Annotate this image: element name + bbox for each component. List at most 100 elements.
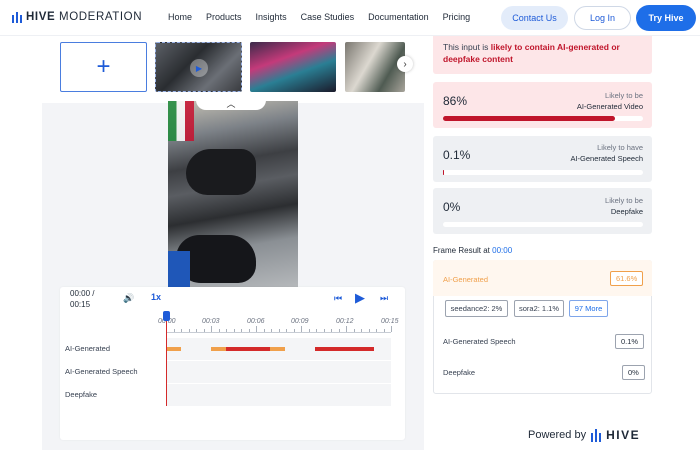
ruler-tick: [293, 329, 295, 332]
ruler-tick: [368, 329, 370, 332]
play-icon[interactable]: ▶: [355, 290, 365, 306]
ruler-tick: [278, 329, 280, 332]
ruler-tick: [233, 329, 235, 332]
app-root: HIVE MODERATION Home Products Insights C…: [0, 0, 700, 450]
thumbnail-item[interactable]: [250, 42, 336, 92]
row-label-ai-generated: AI-Generated: [65, 344, 111, 353]
add-media-button[interactable]: +: [60, 42, 147, 92]
nav-documentation[interactable]: Documentation: [368, 12, 429, 22]
powered-by-text: Powered by: [528, 429, 587, 441]
ruler-tick: [248, 329, 250, 332]
result-label: Likely to be AI-Generated Video: [576, 91, 643, 111]
thumbnail-item[interactable]: [345, 42, 405, 92]
frame-speech-value: 0.1%: [615, 334, 645, 349]
playback-speed-button[interactable]: 1x: [151, 292, 161, 302]
hive-logo-icon: [591, 428, 602, 442]
video-glove: [186, 149, 256, 195]
result-label: Likely to have AI-Generated Speech: [570, 143, 643, 163]
ruler-tick: [173, 329, 175, 332]
timeline-row-track: [166, 384, 391, 406]
tick-label: 00:06: [247, 318, 265, 325]
playhead-handle[interactable]: [163, 311, 170, 321]
frame-result-title: Frame Result at 00:00: [433, 246, 513, 255]
row-label-deepfake: Deepfake: [65, 390, 98, 399]
tick-label: 00:09: [291, 318, 309, 325]
frame-ai-label: AI-Generated: [443, 275, 489, 284]
result-value: 86%: [443, 94, 468, 108]
model-chip[interactable]: seedance2: 2%: [445, 300, 508, 317]
chevron-up-icon: ︿: [226, 98, 236, 109]
time-current: 00:00 /: [70, 289, 95, 298]
ruler-tick: [376, 329, 377, 332]
video-preview[interactable]: [168, 101, 298, 287]
skip-forward-icon[interactable]: ⏭: [380, 293, 388, 304]
contact-us-button[interactable]: Contact Us: [501, 6, 568, 30]
nav-home[interactable]: Home: [168, 12, 192, 22]
ruler-tick: [226, 329, 227, 332]
result-card-deepfake: 0% Likely to be Deepfake: [433, 188, 652, 234]
playhead-line: [166, 316, 167, 406]
tick-label: 00:15: [381, 318, 399, 325]
logo-text: HIVE MODERATION: [26, 11, 143, 23]
video-sleeve: [168, 251, 190, 287]
ruler-tick: [188, 329, 190, 332]
ruler-tick: [316, 329, 317, 332]
detection-segment[interactable]: [226, 347, 270, 351]
progress-bar: [443, 222, 643, 227]
result-value: 0%: [443, 200, 461, 214]
progress-fill: [443, 116, 615, 121]
collapse-button[interactable]: ︿: [196, 96, 266, 110]
more-models-button[interactable]: 97 More: [569, 300, 608, 317]
frame-time-link[interactable]: 00:00: [492, 246, 512, 255]
log-in-button[interactable]: Log In: [574, 6, 631, 30]
try-hive-button[interactable]: Try Hive: [636, 5, 696, 31]
detection-alert: This input is likely to contain AI-gener…: [433, 36, 652, 74]
result-card-ai-speech: 0.1% Likely to have AI-Generated Speech: [433, 136, 652, 182]
timeline-row-track: [166, 361, 391, 383]
nav-insights[interactable]: Insights: [256, 12, 287, 22]
timeline-ruler[interactable]: [166, 326, 392, 333]
hive-logo-icon: [12, 11, 22, 23]
ruler-tick: [361, 329, 362, 332]
volume-icon[interactable]: 🔊: [123, 293, 134, 304]
ruler-tick: [353, 329, 355, 332]
ruler-tick: [308, 329, 310, 332]
ruler-tick: [271, 329, 272, 332]
nav-pricing[interactable]: Pricing: [443, 12, 471, 22]
result-value: 0.1%: [443, 148, 471, 162]
ruler-tick: [256, 326, 257, 332]
ruler-tick: [241, 329, 242, 332]
hive-logo[interactable]: HIVE MODERATION: [12, 11, 142, 23]
alert-text: This input is likely to contain AI-gener…: [443, 42, 620, 64]
model-chip[interactable]: sora2: 1.1%: [514, 300, 564, 317]
ruler-tick: [338, 329, 340, 332]
ruler-tick: [203, 329, 205, 332]
ruler-tick: [286, 329, 287, 332]
detection-segment[interactable]: [315, 347, 374, 351]
time-display: 00:00 / 00:15: [70, 288, 110, 310]
frame-deepfake-value: 0%: [622, 365, 645, 380]
detection-segment[interactable]: [270, 347, 285, 351]
frame-speech-label: AI-Generated Speech: [443, 337, 516, 346]
main-nav: Home Products Insights Case Studies Docu…: [168, 12, 470, 22]
ruler-tick: [263, 329, 265, 332]
progress-bar: [443, 116, 643, 121]
nav-products[interactable]: Products: [206, 12, 242, 22]
ruler-tick: [331, 329, 332, 332]
thumbnail-selected[interactable]: ▶: [155, 42, 242, 92]
ruler-tick: [218, 329, 220, 332]
hive-brand-text: HIVE: [606, 428, 641, 442]
frame-ai-value: 61.6%: [610, 271, 644, 286]
play-icon: ▶: [190, 59, 208, 77]
plus-icon: +: [96, 53, 111, 80]
skip-back-icon[interactable]: ⏮: [334, 293, 342, 304]
ruler-tick: [181, 329, 182, 332]
nav-case-studies[interactable]: Case Studies: [301, 12, 355, 22]
detection-segment[interactable]: [211, 347, 226, 351]
chevron-right-icon[interactable]: ›: [397, 56, 413, 72]
video-flag-area: [168, 101, 194, 141]
detection-segment[interactable]: [166, 347, 181, 351]
ruler-tick: [391, 326, 392, 332]
top-navbar: HIVE MODERATION Home Products Insights C…: [0, 0, 700, 36]
tick-label: 00:12: [336, 318, 354, 325]
